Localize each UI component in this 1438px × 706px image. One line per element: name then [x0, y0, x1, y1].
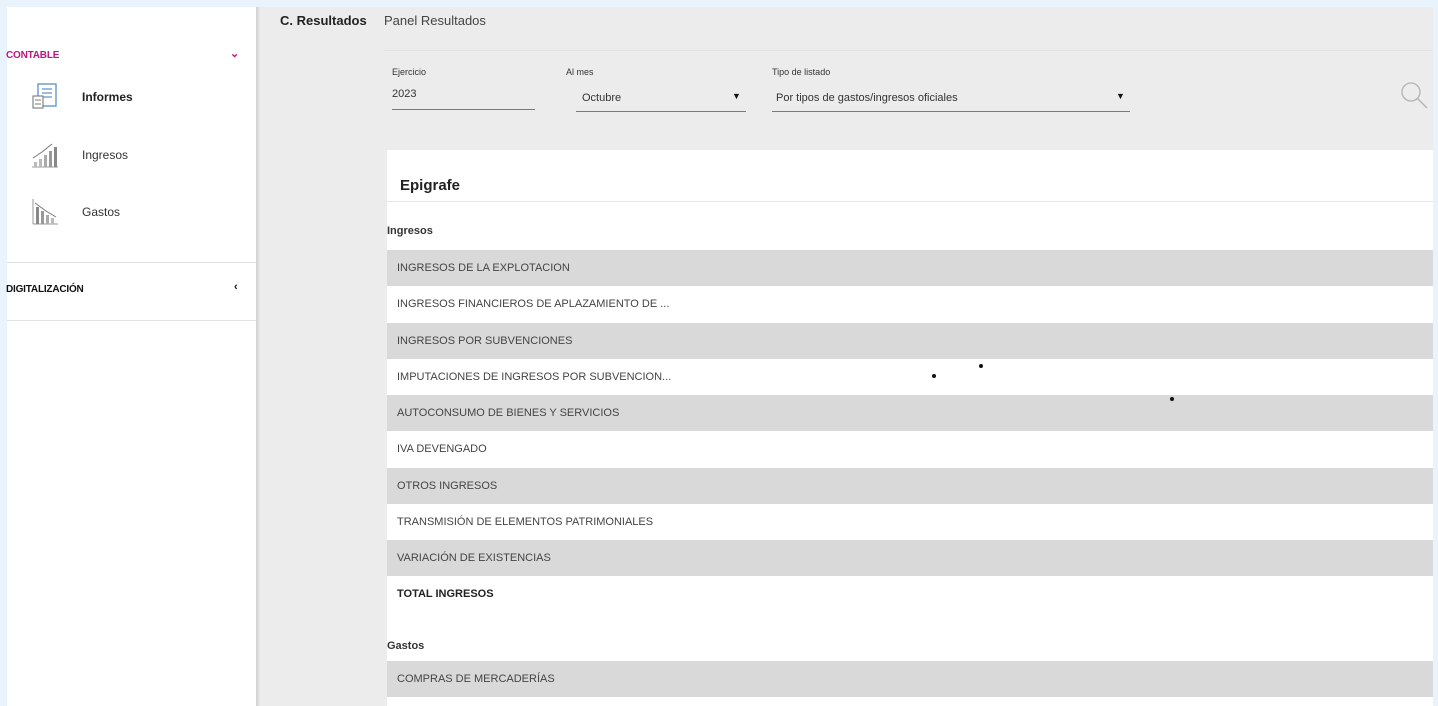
- sidebar-item-ingresos[interactable]: Ingresos: [28, 135, 228, 175]
- sidebar-divider: [7, 262, 256, 263]
- tipo-select[interactable]: Por tipos de gastos/ingresos oficiales: [776, 92, 958, 104]
- table-row[interactable]: VARIACIÓN DE EXISTENCIAS: [387, 540, 1433, 576]
- group-gastos: Gastos: [387, 640, 425, 652]
- page-title: C. Resultados: [280, 13, 367, 28]
- table-row-total[interactable]: TOTAL INGRESOS: [387, 576, 1433, 612]
- main-panel: C. Resultados Panel Resultados Ejercicio…: [260, 7, 1433, 706]
- table-row[interactable]: INGRESOS DE LA EXPLOTACION: [387, 250, 1433, 286]
- chevron-down-icon[interactable]: ⌄: [230, 47, 239, 60]
- ejercicio-input[interactable]: 2023: [392, 88, 416, 100]
- section-contable[interactable]: CONTABLE: [6, 47, 59, 63]
- chevron-left-icon[interactable]: ‹: [234, 281, 238, 293]
- table-row[interactable]: IMPUTACIONES DE INGRESOS POR SUBVENCION.…: [387, 359, 1433, 395]
- table-row[interactable]: COMPRAS DE MERCADERÍAS: [387, 661, 1433, 697]
- ejercicio-label: Ejercicio: [392, 67, 427, 77]
- breadcrumb[interactable]: Panel Resultados: [384, 13, 486, 28]
- section-digitalizacion[interactable]: DIGITALIZACIÓN: [6, 281, 84, 297]
- table-row[interactable]: IVA DEVENGADO: [387, 431, 1433, 467]
- mes-dropdown-icon[interactable]: ▼: [732, 91, 741, 101]
- artifact-dot: [932, 374, 936, 378]
- ejercicio-underline: [392, 109, 535, 110]
- table-row[interactable]: AUTOCONSUMO DE BIENES Y SERVICIOS: [387, 395, 1433, 431]
- search-icon[interactable]: [1399, 80, 1429, 110]
- mes-select[interactable]: Octubre: [582, 92, 621, 104]
- table-row[interactable]: OTROS INGRESOS: [387, 468, 1433, 504]
- mes-label: Al mes: [566, 67, 594, 77]
- report-icon: [28, 80, 62, 114]
- table-row[interactable]: INGRESOS POR SUBVENCIONES: [387, 323, 1433, 359]
- tipo-label: Tipo de listado: [772, 67, 831, 77]
- group-ingresos: Ingresos: [387, 225, 433, 237]
- mes-underline: [576, 111, 746, 112]
- sidebar-item-label: Gastos: [82, 205, 121, 219]
- tipo-dropdown-icon[interactable]: ▼: [1116, 91, 1125, 101]
- table-row[interactable]: INGRESOS FINANCIEROS DE APLAZAMIENTO DE …: [387, 286, 1433, 322]
- sidebar-item-label: Informes: [82, 90, 133, 104]
- table-row[interactable]: TRANSMISIÓN DE ELEMENTOS PATRIMONIALES: [387, 504, 1433, 540]
- artifact-dot: [979, 364, 983, 368]
- sidebar-item-informes[interactable]: Informes: [28, 77, 228, 117]
- sidebar-divider: [7, 320, 256, 321]
- tipo-underline: [772, 111, 1130, 112]
- column-header-epigrafe[interactable]: Epigrafe: [400, 177, 460, 194]
- sidebar-item-label: Ingresos: [82, 148, 129, 162]
- artifact-dot: [1170, 397, 1174, 401]
- header-divider: [384, 50, 1433, 51]
- sidebar-item-gastos[interactable]: Gastos: [28, 192, 228, 232]
- results-table: Epigrafe Ingresos INGRESOS DE LA EXPLOTA…: [387, 150, 1433, 706]
- income-chart-icon: [28, 138, 62, 172]
- expense-chart-icon: [28, 195, 62, 229]
- table-header: Epigrafe: [387, 150, 1433, 202]
